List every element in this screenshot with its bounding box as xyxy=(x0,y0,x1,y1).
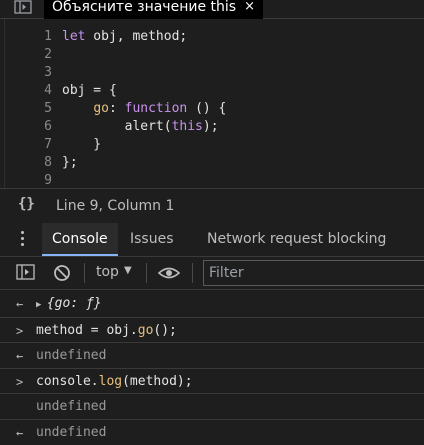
clear-console-icon[interactable] xyxy=(53,264,71,286)
console-input-text: method = obj.go(); xyxy=(36,323,177,338)
drawer-tab-bar: Console Issues Network request blocking xyxy=(0,223,424,257)
console-object-row: ← ▶ {go: ƒ} xyxy=(0,291,424,316)
code-text: let obj, method; xyxy=(62,29,188,44)
console-result-row: ← undefined xyxy=(0,419,424,444)
code-text: obj = { xyxy=(62,83,117,98)
code-text: }; xyxy=(62,155,78,170)
result-arrow-icon: ← xyxy=(16,349,24,363)
console-toolbar: top ▼ Filter xyxy=(0,257,424,290)
line-number: 2 xyxy=(44,47,52,62)
tab-issues[interactable]: Issues xyxy=(130,223,174,256)
context-selector[interactable]: top xyxy=(96,264,119,280)
cursor-position: Line 9, Column 1 xyxy=(56,198,175,214)
toggle-navigator-icon[interactable] xyxy=(14,0,32,14)
live-expression-eye-icon[interactable] xyxy=(157,265,181,284)
console-output: ← ▶ {go: ƒ} > method = obj.go(); ← undefined >… xyxy=(0,290,424,445)
console-input-text: console.log(method); xyxy=(36,374,193,389)
line-number: 6 xyxy=(44,119,52,134)
console-log-row: undefined xyxy=(0,393,424,418)
toolbar-divider xyxy=(84,263,85,283)
code-text: } xyxy=(62,137,102,152)
editor-tab-bar: Объясните значение this × xyxy=(0,0,424,19)
line-number: 7 xyxy=(44,137,52,152)
code-text: go: function () { xyxy=(93,101,227,116)
code-text: alert(this); xyxy=(62,119,219,134)
file-tab[interactable]: Объясните значение this × xyxy=(44,0,263,19)
editor-status-bar: {} Line 9, Column 1 xyxy=(0,188,424,224)
input-prompt-icon: > xyxy=(16,324,24,338)
console-result-row: ← undefined xyxy=(0,342,424,367)
code-editor[interactable]: 1 let obj, method; 2 3 4 obj = { 5 go: functio… xyxy=(0,19,424,188)
expand-triangle-icon[interactable]: ▶ xyxy=(36,300,47,310)
result-arrow-icon: ← xyxy=(16,297,24,311)
console-input-row: > console.log(method); xyxy=(0,368,424,393)
line-number: 1 xyxy=(44,29,52,44)
result-arrow-icon: ← xyxy=(16,426,24,440)
filter-input[interactable]: Filter xyxy=(203,260,424,286)
toolbar-divider xyxy=(146,263,147,283)
console-result-text: undefined xyxy=(36,348,107,363)
pretty-print-icon[interactable]: {} xyxy=(18,196,35,212)
input-prompt-icon: > xyxy=(16,375,24,389)
more-tabs-icon[interactable] xyxy=(21,231,25,247)
dropdown-arrow-icon[interactable]: ▼ xyxy=(124,265,132,276)
line-number: 5 xyxy=(44,101,52,116)
console-input-row: > method = obj.go(); xyxy=(0,317,424,342)
close-tab-icon[interactable]: × xyxy=(244,0,255,14)
tab-network-request-blocking[interactable]: Network request blocking xyxy=(207,223,386,256)
console-object-text[interactable]: ▶ {go: ƒ} xyxy=(36,295,102,314)
line-number: 8 xyxy=(44,155,52,170)
line-number: 3 xyxy=(44,65,52,80)
toolbar-divider xyxy=(192,263,193,283)
console-log-text: undefined xyxy=(36,399,107,414)
file-tab-title: Объясните значение this xyxy=(52,0,237,15)
console-result-text: undefined xyxy=(36,425,107,440)
line-number: 4 xyxy=(44,83,52,98)
show-sidebar-icon[interactable] xyxy=(16,264,35,284)
tab-console[interactable]: Console xyxy=(42,223,118,256)
